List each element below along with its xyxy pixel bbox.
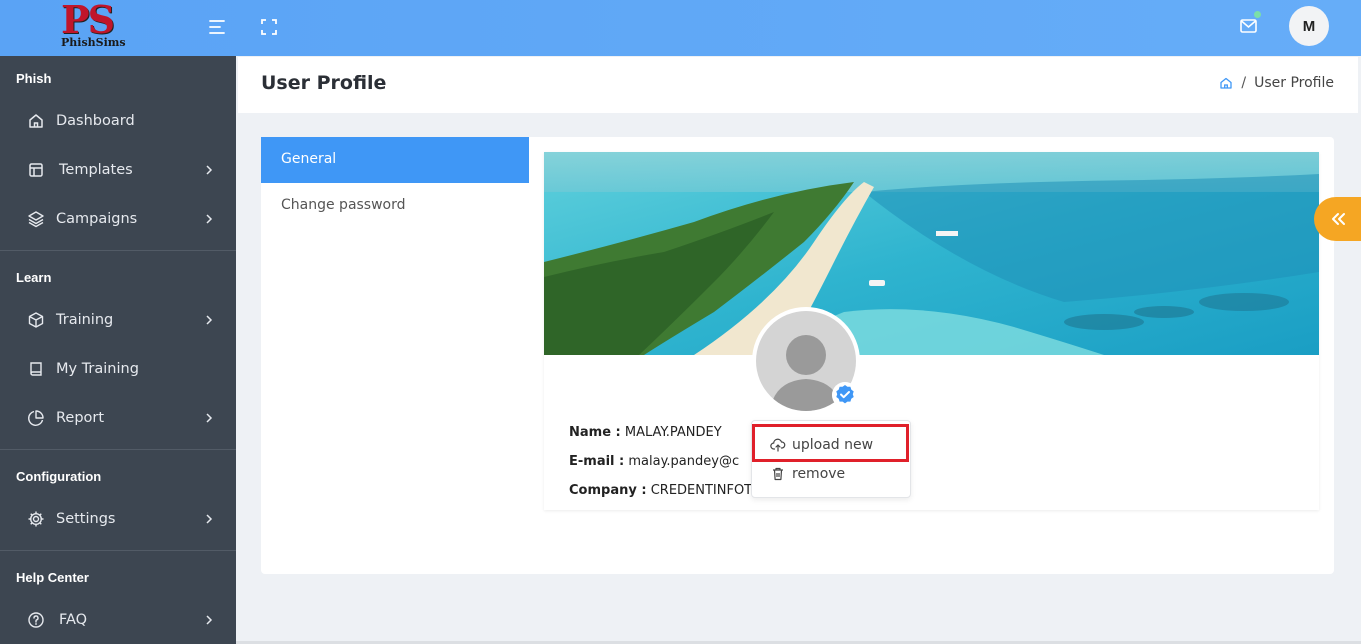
sidebar-item-label: Settings	[56, 511, 116, 527]
box-icon	[28, 312, 44, 328]
sidebar-item-label: Campaigns	[56, 211, 138, 227]
highlight-box	[752, 424, 909, 462]
help-circle-icon	[28, 612, 44, 628]
chevron-right-icon	[206, 315, 213, 325]
sidebar-item-label: Dashboard	[56, 113, 135, 129]
sidebar-divider	[0, 550, 236, 551]
chevron-right-icon	[206, 514, 213, 524]
info-name-row: Name : MALAY.PANDEY	[569, 425, 722, 440]
name-value: MALAY.PANDEY	[624, 425, 722, 440]
top-bar: PS PhishSims M	[0, 0, 1361, 56]
sidebar-divider	[0, 449, 236, 450]
logo-mark: PS	[61, 0, 115, 42]
cover-image	[544, 152, 1319, 355]
chevron-right-icon	[206, 615, 213, 625]
fullscreen-icon[interactable]	[258, 16, 280, 38]
page-header: User Profile / User Profile	[238, 57, 1358, 113]
breadcrumb-separator: /	[1241, 75, 1247, 91]
sidebar-item-label: Templates	[59, 162, 133, 178]
double-chevron-left-icon	[1331, 213, 1345, 225]
collapse-panel-button[interactable]	[1314, 197, 1361, 241]
tab-change-password[interactable]: Change password	[261, 183, 529, 229]
info-company-row: Company : CREDENTINFOTE	[569, 483, 760, 498]
section-title-phish: Phish	[16, 71, 52, 86]
breadcrumb: / User Profile	[1219, 75, 1334, 91]
chevron-right-icon	[206, 165, 213, 175]
remove-menu-item[interactable]: remove	[752, 460, 912, 488]
sidebar-item-training[interactable]: Training	[0, 300, 236, 340]
pie-chart-icon	[28, 410, 44, 426]
mail-icon[interactable]	[1238, 16, 1260, 36]
profile-card: General Change password Name: MALAY.PAN…	[261, 137, 1334, 574]
layers-icon	[28, 211, 44, 228]
email-label: E-mail :	[569, 454, 625, 469]
trash-icon	[773, 467, 783, 481]
remove-label: remove	[792, 466, 846, 482]
sidebar-item-label: Report	[56, 410, 105, 426]
chevron-right-icon	[206, 214, 213, 224]
company-label: Company :	[569, 483, 647, 498]
home-icon	[29, 114, 43, 128]
company-value: CREDENTINFOTE	[650, 483, 761, 498]
email-value: malay.pandey@c	[628, 454, 740, 469]
sidebar-item-campaigns[interactable]: Campaigns	[0, 199, 236, 239]
page-title: User Profile	[261, 72, 387, 94]
sidebar-item-templates[interactable]: Templates	[0, 150, 236, 190]
breadcrumb-current: User Profile	[1254, 75, 1334, 91]
user-avatar-button[interactable]: M	[1289, 6, 1329, 46]
sidebar-item-my-training[interactable]: My Training	[0, 349, 236, 389]
sidebar-item-settings[interactable]: Settings	[0, 499, 236, 539]
info-email-row: E-mail : malay.pandey@c	[569, 454, 739, 469]
sidebar-divider	[0, 250, 236, 251]
verified-badge-icon	[832, 382, 858, 408]
sidebar-item-label: My Training	[56, 361, 139, 377]
sidebar-item-dashboard[interactable]: Dashboard	[0, 101, 236, 141]
sidebar-item-faq[interactable]: FAQ	[0, 600, 236, 640]
section-title-learn: Learn	[16, 270, 52, 285]
logo-text: PhishSims	[61, 36, 126, 49]
tab-general[interactable]: General	[261, 137, 529, 183]
notification-dot	[1254, 11, 1261, 18]
profile-panel: Name : MALAY.PANDEY E-mail : malay.pande…	[544, 152, 1319, 510]
book-icon	[30, 362, 42, 376]
sidebar-item-report[interactable]: Report	[0, 398, 236, 438]
gear-icon	[28, 511, 44, 527]
home-icon[interactable]	[1219, 76, 1233, 90]
template-icon	[29, 163, 43, 177]
sidebar-item-label: FAQ	[59, 612, 88, 628]
name-label: Name :	[569, 425, 621, 440]
section-title-help-center: Help Center	[16, 570, 89, 585]
section-title-configuration: Configuration	[16, 469, 102, 484]
chevron-right-icon	[206, 413, 213, 423]
menu-toggle-icon[interactable]	[206, 16, 228, 38]
sidebar-item-label: Training	[56, 312, 114, 328]
app-logo[interactable]: PS PhishSims	[55, 0, 145, 52]
sidebar: Phish Dashboard Templates Campaigns Lear…	[0, 56, 236, 644]
